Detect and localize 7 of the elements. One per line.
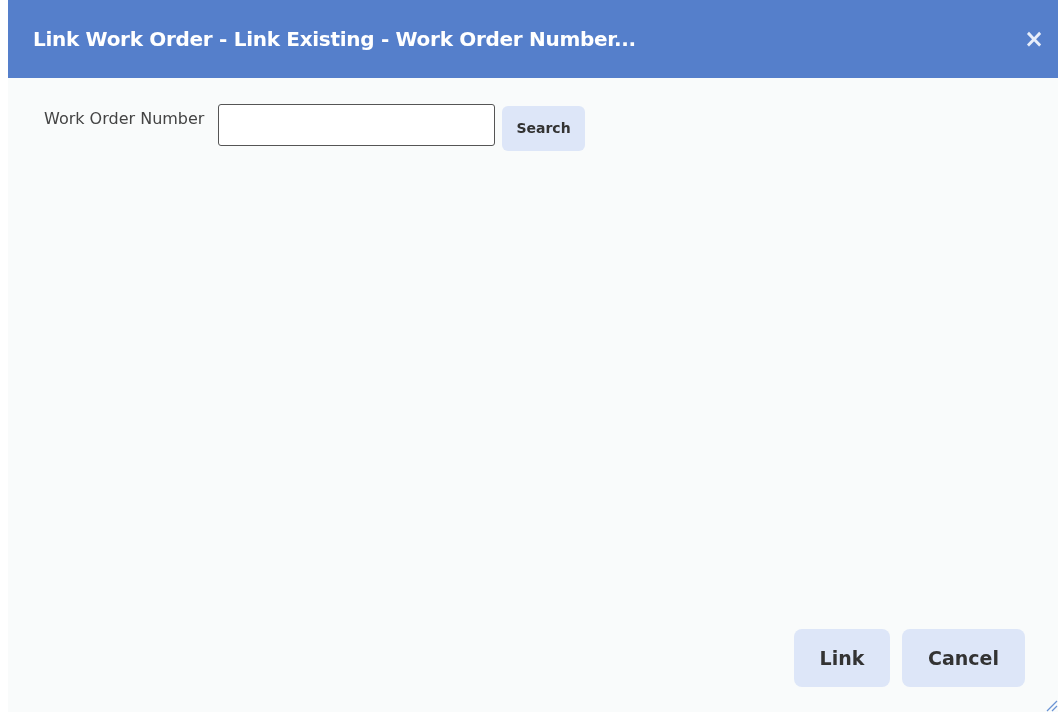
cancel-button[interactable]: Cancel (902, 629, 1025, 687)
resize-grip-icon[interactable] (1044, 698, 1058, 712)
field-label: Work Order Number (44, 108, 205, 130)
link-button[interactable]: Link (794, 629, 890, 687)
work-order-number-field[interactable] (218, 104, 496, 146)
window-title: Link Work Order - Link Existing - Work Order Number... (33, 26, 636, 53)
search-button[interactable]: Search (502, 106, 585, 151)
